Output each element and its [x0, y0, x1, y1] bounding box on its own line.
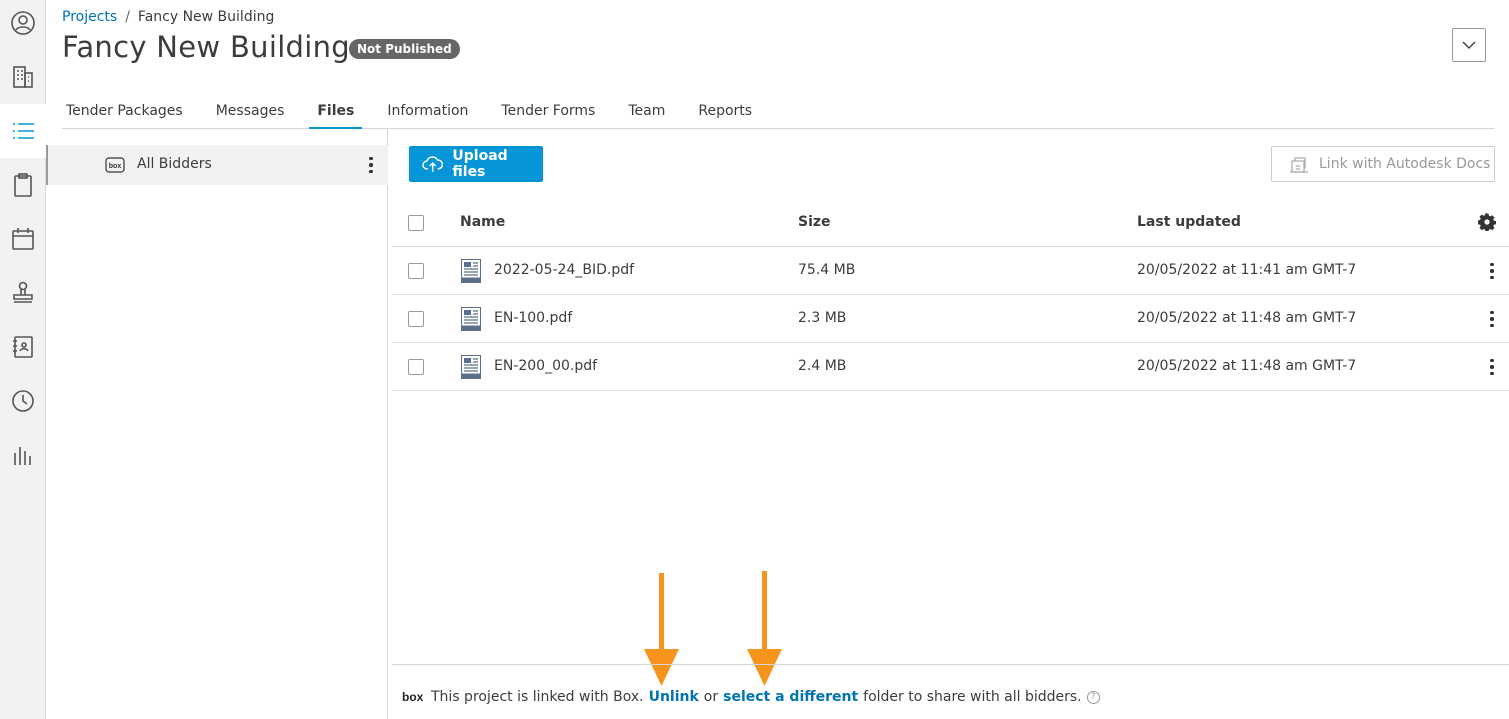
help-icon[interactable]: ?	[1086, 690, 1100, 704]
row-checkbox[interactable]	[408, 263, 424, 279]
row-more-menu[interactable]	[1482, 307, 1502, 331]
footer-text-linked: This project is linked with Box.	[431, 689, 644, 705]
file-last-updated: 20/05/2022 at 11:41 am GMT-7	[1137, 262, 1357, 278]
project-tabs: Tender Packages Messages Files Informati…	[62, 96, 1495, 129]
row-checkbox[interactable]	[408, 311, 424, 327]
folder-tree-panel: box All Bidders	[46, 129, 388, 719]
row-checkbox[interactable]	[408, 359, 424, 375]
footer-text-share: folder to share with all bidders.	[863, 689, 1082, 705]
rail-item-reports[interactable]	[0, 428, 46, 482]
tab-team[interactable]: Team	[628, 96, 665, 129]
column-header-last-updated[interactable]: Last updated	[1137, 214, 1241, 230]
status-badge: Not Published	[349, 39, 460, 59]
table-header-row: Name Size Last updated	[392, 199, 1509, 247]
table-row[interactable]: EN-100.pdf 2.3 MB 20/05/2022 at 11:48 am…	[392, 295, 1509, 343]
unlink-link[interactable]: Unlink	[649, 689, 699, 705]
upload-files-button[interactable]: Upload files	[409, 146, 543, 182]
pdf-file-icon	[461, 307, 481, 331]
select-different-folder-link[interactable]: select a different	[723, 689, 858, 705]
file-name[interactable]: EN-200_00.pdf	[494, 358, 597, 374]
breadcrumb: Projects / Fancy New Building	[62, 9, 274, 25]
pdf-file-icon	[461, 355, 481, 379]
rail-item-clipboard[interactable]	[0, 158, 46, 212]
file-name[interactable]: EN-100.pdf	[494, 310, 572, 326]
footer-text-or: or	[703, 689, 719, 705]
bar-chart-icon	[14, 447, 31, 465]
tab-information[interactable]: Information	[387, 96, 468, 129]
svg-text:box: box	[109, 163, 122, 170]
box-icon: box	[105, 157, 125, 173]
tab-reports[interactable]: Reports	[698, 96, 752, 129]
link-autodesk-docs-label: Link with Autodesk Docs	[1319, 156, 1491, 172]
folder-label: All Bidders	[137, 156, 212, 172]
row-more-menu[interactable]	[1482, 355, 1502, 379]
rail-item-history[interactable]	[0, 374, 46, 428]
row-more-menu[interactable]	[1482, 259, 1502, 283]
user-circle-icon	[11, 11, 35, 35]
select-all-checkbox[interactable]	[408, 215, 424, 231]
svg-text:box: box	[402, 691, 424, 703]
breadcrumb-current: Fancy New Building	[137, 9, 275, 25]
table-row[interactable]: EN-200_00.pdf 2.4 MB 20/05/2022 at 11:48…	[392, 343, 1509, 391]
rail-item-profile[interactable]	[0, 0, 46, 50]
folder-item-all-bidders[interactable]: box All Bidders	[46, 145, 388, 185]
left-nav-rail	[0, 0, 46, 719]
breadcrumb-projects-link[interactable]: Projects	[62, 9, 117, 25]
rail-item-calendar[interactable]	[0, 212, 46, 266]
list-icon	[13, 123, 34, 139]
file-name[interactable]: 2022-05-24_BID.pdf	[494, 262, 634, 278]
box-link-footer: box This project is linked with Box. Unl…	[392, 664, 1509, 719]
clock-icon	[12, 390, 34, 412]
column-header-name[interactable]: Name	[460, 214, 505, 230]
rail-item-list[interactable]	[0, 104, 46, 158]
column-header-size[interactable]: Size	[798, 214, 831, 230]
file-size: 2.4 MB	[798, 358, 847, 374]
table-row[interactable]: 2022-05-24_BID.pdf 75.4 MB 20/05/2022 at…	[392, 247, 1509, 295]
tab-messages[interactable]: Messages	[216, 96, 285, 129]
upload-files-label: Upload files	[452, 148, 508, 180]
tab-tender-packages[interactable]: Tender Packages	[66, 96, 183, 129]
box-link-message: box This project is linked with Box. Unl…	[402, 689, 1100, 705]
tab-files[interactable]: Files	[309, 96, 363, 129]
rail-item-contacts[interactable]	[0, 320, 46, 374]
file-size: 75.4 MB	[798, 262, 856, 278]
page-title: Fancy New Building	[62, 30, 351, 64]
link-autodesk-docs-button[interactable]: Link with Autodesk Docs	[1271, 146, 1495, 182]
building-icon	[13, 66, 33, 88]
rail-item-stamp[interactable]	[0, 266, 46, 320]
project-menu-button[interactable]	[1452, 28, 1486, 62]
tab-tender-forms[interactable]: Tender Forms	[501, 96, 595, 129]
files-table: Name Size Last updated 2022-05-24_BID.pd…	[392, 199, 1509, 391]
file-last-updated: 20/05/2022 at 11:48 am GMT-7	[1137, 310, 1357, 326]
breadcrumb-separator: /	[125, 9, 130, 25]
clipboard-icon	[14, 173, 32, 197]
stamp-icon	[13, 281, 33, 303]
cloud-upload-icon	[422, 156, 444, 172]
file-last-updated: 20/05/2022 at 11:48 am GMT-7	[1137, 358, 1357, 374]
box-logo-icon: box	[402, 691, 424, 703]
file-size: 2.3 MB	[798, 310, 847, 326]
pdf-file-icon	[461, 259, 481, 283]
docs-link-icon	[1290, 157, 1308, 173]
gear-icon[interactable]	[1478, 213, 1496, 231]
calendar-icon	[12, 228, 34, 250]
chevron-down-icon	[1462, 40, 1476, 49]
rail-item-projects[interactable]	[0, 50, 46, 104]
address-book-icon	[13, 336, 33, 358]
folder-more-menu[interactable]	[361, 153, 381, 177]
